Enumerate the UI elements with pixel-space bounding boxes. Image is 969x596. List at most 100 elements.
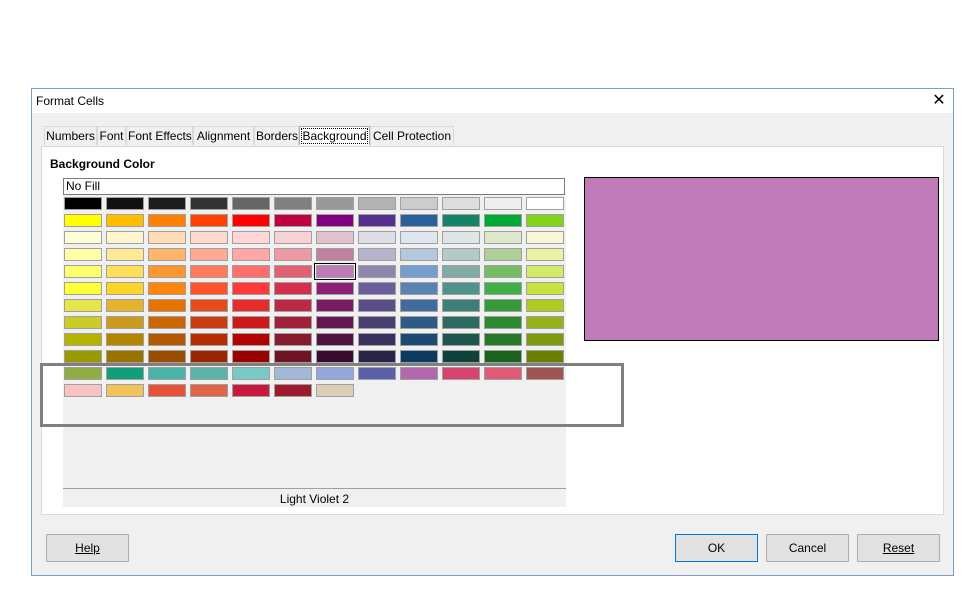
color-swatch[interactable] bbox=[442, 333, 480, 346]
color-swatch[interactable] bbox=[232, 214, 270, 227]
tab-font-effects[interactable]: Font Effects bbox=[126, 126, 193, 145]
color-swatch[interactable] bbox=[64, 248, 102, 261]
color-swatch[interactable] bbox=[64, 333, 102, 346]
color-swatch[interactable] bbox=[526, 282, 564, 295]
color-swatch[interactable] bbox=[484, 214, 522, 227]
color-swatch[interactable] bbox=[316, 299, 354, 312]
color-swatch[interactable] bbox=[400, 231, 438, 244]
color-swatch[interactable] bbox=[316, 282, 354, 295]
color-swatch[interactable] bbox=[400, 316, 438, 329]
color-swatch[interactable] bbox=[526, 333, 564, 346]
color-swatch[interactable] bbox=[400, 299, 438, 312]
color-swatch[interactable] bbox=[358, 248, 396, 261]
color-swatch[interactable] bbox=[400, 248, 438, 261]
close-icon[interactable]: ✕ bbox=[929, 91, 949, 111]
color-swatch[interactable] bbox=[400, 214, 438, 227]
color-swatch[interactable] bbox=[316, 248, 354, 261]
color-swatch[interactable] bbox=[232, 350, 270, 363]
color-swatch[interactable] bbox=[232, 231, 270, 244]
color-swatch[interactable] bbox=[314, 263, 356, 280]
color-swatch[interactable] bbox=[232, 197, 270, 210]
color-swatch[interactable] bbox=[106, 350, 144, 363]
color-swatch[interactable] bbox=[232, 333, 270, 346]
color-swatch[interactable] bbox=[274, 214, 312, 227]
color-swatch[interactable] bbox=[316, 333, 354, 346]
color-swatch[interactable] bbox=[400, 265, 438, 278]
color-swatch[interactable] bbox=[400, 282, 438, 295]
color-swatch[interactable] bbox=[64, 265, 102, 278]
color-swatch[interactable] bbox=[400, 333, 438, 346]
color-swatch[interactable] bbox=[526, 350, 564, 363]
color-swatch[interactable] bbox=[148, 282, 186, 295]
color-swatch[interactable] bbox=[484, 197, 522, 210]
color-swatch[interactable] bbox=[148, 350, 186, 363]
color-swatch[interactable] bbox=[64, 231, 102, 244]
color-swatch[interactable] bbox=[106, 333, 144, 346]
color-swatch[interactable] bbox=[64, 316, 102, 329]
color-swatch[interactable] bbox=[190, 197, 228, 210]
color-swatch[interactable] bbox=[526, 265, 564, 278]
color-swatch[interactable] bbox=[484, 231, 522, 244]
color-swatch[interactable] bbox=[274, 316, 312, 329]
color-swatch[interactable] bbox=[190, 316, 228, 329]
color-swatch[interactable] bbox=[316, 231, 354, 244]
color-swatch[interactable] bbox=[274, 282, 312, 295]
tab-background[interactable]: Background bbox=[299, 126, 370, 145]
color-swatch[interactable] bbox=[526, 299, 564, 312]
color-swatch[interactable] bbox=[190, 350, 228, 363]
color-swatch[interactable] bbox=[442, 299, 480, 312]
color-swatch[interactable] bbox=[274, 350, 312, 363]
color-swatch[interactable] bbox=[358, 299, 396, 312]
color-swatch[interactable] bbox=[274, 299, 312, 312]
color-swatch[interactable] bbox=[358, 316, 396, 329]
ok-button[interactable]: OK bbox=[675, 534, 758, 562]
color-swatch[interactable] bbox=[442, 350, 480, 363]
color-swatch[interactable] bbox=[106, 265, 144, 278]
tab-cell-protection[interactable]: Cell Protection bbox=[370, 126, 454, 145]
color-swatch[interactable] bbox=[274, 197, 312, 210]
color-swatch[interactable] bbox=[442, 282, 480, 295]
no-fill-button[interactable]: No Fill bbox=[63, 178, 565, 195]
color-swatch[interactable] bbox=[190, 231, 228, 244]
color-swatch[interactable] bbox=[190, 265, 228, 278]
color-swatch[interactable] bbox=[232, 265, 270, 278]
color-swatch[interactable] bbox=[232, 282, 270, 295]
color-swatch[interactable] bbox=[106, 248, 144, 261]
color-swatch[interactable] bbox=[526, 231, 564, 244]
color-swatch[interactable] bbox=[190, 282, 228, 295]
color-swatch[interactable] bbox=[484, 265, 522, 278]
color-swatch[interactable] bbox=[106, 197, 144, 210]
color-swatch[interactable] bbox=[148, 265, 186, 278]
color-swatch[interactable] bbox=[316, 214, 354, 227]
color-swatch[interactable] bbox=[190, 248, 228, 261]
color-swatch[interactable] bbox=[358, 265, 396, 278]
color-swatch[interactable] bbox=[442, 248, 480, 261]
color-swatch[interactable] bbox=[484, 248, 522, 261]
color-swatch[interactable] bbox=[106, 282, 144, 295]
color-swatch[interactable] bbox=[232, 316, 270, 329]
color-swatch[interactable] bbox=[526, 316, 564, 329]
tab-borders[interactable]: Borders bbox=[254, 126, 299, 145]
color-swatch[interactable] bbox=[316, 316, 354, 329]
color-swatch[interactable] bbox=[358, 350, 396, 363]
help-button[interactable]: Help bbox=[46, 534, 129, 562]
color-swatch[interactable] bbox=[358, 231, 396, 244]
color-swatch[interactable] bbox=[526, 248, 564, 261]
color-swatch[interactable] bbox=[190, 214, 228, 227]
color-swatch[interactable] bbox=[148, 316, 186, 329]
reset-button[interactable]: Reset bbox=[857, 534, 940, 562]
color-swatch[interactable] bbox=[358, 333, 396, 346]
color-swatch[interactable] bbox=[442, 231, 480, 244]
color-swatch[interactable] bbox=[358, 282, 396, 295]
color-swatch[interactable] bbox=[526, 214, 564, 227]
color-swatch[interactable] bbox=[358, 197, 396, 210]
color-swatch[interactable] bbox=[274, 333, 312, 346]
color-swatch[interactable] bbox=[106, 231, 144, 244]
color-swatch[interactable] bbox=[64, 282, 102, 295]
color-swatch[interactable] bbox=[316, 197, 354, 210]
color-swatch[interactable] bbox=[148, 299, 186, 312]
color-swatch[interactable] bbox=[442, 214, 480, 227]
cancel-button[interactable]: Cancel bbox=[766, 534, 849, 562]
color-swatch[interactable] bbox=[148, 197, 186, 210]
color-swatch[interactable] bbox=[442, 265, 480, 278]
